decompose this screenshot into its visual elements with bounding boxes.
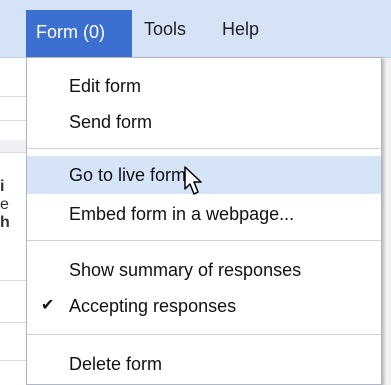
- menu-item-label: Accepting responses: [69, 296, 237, 316]
- menu-bar: Form (0) Tools Help: [0, 0, 391, 58]
- menu-item-embed-form[interactable]: Embed form in a webpage...: [27, 198, 381, 230]
- menu-item-delete-form[interactable]: Delete form: [27, 348, 381, 380]
- menu-separator: [27, 334, 381, 335]
- menu-form[interactable]: Form (0): [26, 10, 132, 58]
- menu-separator: [27, 148, 381, 149]
- menu-item-show-summary[interactable]: Show summary of responses: [27, 254, 381, 286]
- bg-text-fragment: i: [0, 178, 5, 195]
- menu-item-accepting-responses[interactable]: ✔ Accepting responses: [27, 290, 381, 322]
- menu-item-edit-form[interactable]: Edit form: [27, 70, 381, 102]
- checkmark-icon: ✔: [41, 297, 55, 314]
- bg-text-fragment: h: [0, 214, 10, 231]
- menu-item-send-form[interactable]: Send form: [27, 106, 381, 138]
- arrow-cursor-icon: [184, 166, 202, 195]
- form-dropdown-menu: Edit form Send form Go to live form Embe…: [26, 57, 382, 385]
- menu-tools[interactable]: Tools: [134, 10, 206, 48]
- menu-separator: [27, 240, 381, 241]
- bg-text-fragment: e: [0, 196, 9, 213]
- menu-help[interactable]: Help: [212, 10, 274, 48]
